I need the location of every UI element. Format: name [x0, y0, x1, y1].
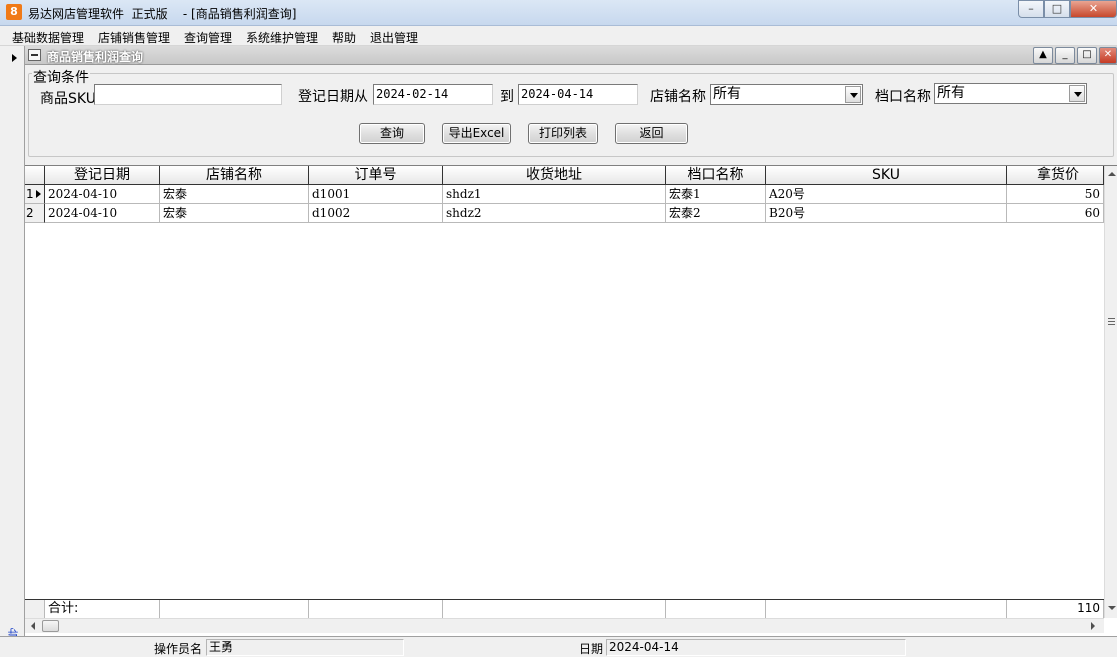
child-window-header: 商品销售利润查询 ▲ _ □ ✕	[25, 46, 1117, 65]
total-cell-stall	[666, 600, 766, 618]
horizontal-scrollbar[interactable]	[25, 618, 1104, 633]
minimize-icon: –	[1028, 2, 1034, 15]
column-header-sku[interactable]: SKU	[766, 166, 1007, 185]
print-list-button[interactable]: 打印列表	[528, 123, 598, 144]
back-button[interactable]: 返回	[615, 123, 688, 144]
cell-stall[interactable]: 宏泰2	[666, 204, 766, 223]
cell-address[interactable]: shdz1	[443, 185, 666, 204]
left-nav-strip: 导航向导	[0, 46, 25, 657]
chevron-down-icon[interactable]	[1069, 85, 1085, 102]
row-number: 2	[26, 206, 34, 220]
menu-shop-sales[interactable]: 店铺销售管理	[98, 29, 170, 46]
status-bar: 操作员名 王勇 日期 2024-04-14	[0, 636, 1117, 657]
shop-label: 店铺名称	[650, 89, 706, 105]
date-to-input[interactable]: 2024-04-14	[518, 84, 638, 105]
date-to-label: 到	[500, 89, 514, 105]
operator-value: 王勇	[206, 639, 404, 656]
total-indicator	[25, 600, 45, 618]
app-icon: 8	[6, 4, 22, 20]
cell-shop[interactable]: 宏泰	[160, 204, 309, 223]
row-number: 1	[26, 187, 34, 201]
date-from-input[interactable]: 2024-02-14	[373, 84, 493, 105]
cell-order[interactable]: d1002	[309, 204, 443, 223]
column-header-address[interactable]: 收货地址	[443, 166, 666, 185]
minimize-button[interactable]: –	[1018, 0, 1044, 18]
date-value: 2024-04-14	[606, 639, 906, 656]
date-label: 日期	[579, 642, 604, 656]
scroll-grip-icon[interactable]	[1108, 318, 1115, 325]
child-minimize-button[interactable]: _	[1055, 47, 1075, 64]
stall-select[interactable]: 所有	[934, 83, 1087, 104]
child-window-title: 商品销售利润查询	[47, 50, 144, 64]
maximize-button[interactable]: □	[1044, 0, 1070, 18]
cell-sku[interactable]: A20号	[766, 185, 1007, 204]
cell-price[interactable]: 50	[1007, 185, 1104, 204]
column-header-stall[interactable]: 档口名称	[666, 166, 766, 185]
menu-system[interactable]: 系统维护管理	[246, 29, 318, 46]
sku-input[interactable]	[94, 84, 282, 105]
total-row: 合计: 110	[25, 599, 1104, 618]
child-close-button[interactable]: ✕	[1099, 47, 1117, 64]
row-indicator-header	[25, 166, 45, 185]
window-title: 易达网店管理软件 正式版 - [商品销售利润查询]	[28, 7, 297, 21]
child-maximize-button[interactable]: □	[1077, 47, 1097, 64]
shop-select-value: 所有	[713, 86, 741, 102]
cell-price[interactable]: 60	[1007, 204, 1104, 223]
stall-label: 档口名称	[875, 89, 931, 105]
total-cell-address	[443, 600, 666, 618]
column-header-price[interactable]: 拿货价	[1007, 166, 1104, 185]
export-excel-button[interactable]: 导出Excel	[442, 123, 511, 144]
cell-date[interactable]: 2024-04-10	[45, 204, 160, 223]
result-grid[interactable]: 登记日期 店铺名称 订单号 收货地址 档口名称 SKU 拿货价 1 2024-0…	[25, 165, 1117, 636]
total-price: 110	[1007, 600, 1104, 618]
close-button[interactable]: ✕	[1070, 0, 1117, 18]
menu-basic-data[interactable]: 基础数据管理	[12, 29, 84, 46]
child-scroll-up-button[interactable]: ▲	[1033, 47, 1053, 64]
total-cell-order	[309, 600, 443, 618]
sku-label: 商品SKU	[40, 91, 96, 107]
scroll-down-arrow-icon[interactable]	[1108, 606, 1116, 610]
cell-order[interactable]: d1001	[309, 185, 443, 204]
total-cell-shop	[160, 600, 309, 618]
total-label: 合计:	[45, 600, 160, 618]
column-header-shop[interactable]: 店铺名称	[160, 166, 309, 185]
horizontal-scroll-thumb[interactable]	[42, 620, 59, 632]
scroll-up-arrow-icon[interactable]	[1108, 172, 1116, 176]
search-button[interactable]: 查询	[359, 123, 425, 144]
shop-select[interactable]: 所有	[710, 84, 863, 105]
title-bar: 8 易达网店管理软件 正式版 - [商品销售利润查询] – □ ✕	[0, 0, 1117, 26]
cell-address[interactable]: shdz2	[443, 204, 666, 223]
chevron-down-icon[interactable]	[845, 86, 861, 103]
column-header-order[interactable]: 订单号	[309, 166, 443, 185]
close-icon: ✕	[1088, 2, 1099, 15]
cell-date[interactable]: 2024-04-10	[45, 185, 160, 204]
scroll-left-arrow-icon[interactable]	[31, 622, 35, 630]
cell-shop[interactable]: 宏泰	[160, 185, 309, 204]
maximize-icon: □	[1051, 2, 1063, 15]
scroll-right-arrow-icon[interactable]	[1091, 622, 1095, 630]
cell-sku[interactable]: B20号	[766, 204, 1007, 223]
stall-select-value: 所有	[937, 85, 965, 101]
operator-label: 操作员名	[154, 642, 203, 656]
current-row-pointer-icon	[36, 190, 41, 198]
menu-bar: 基础数据管理 店铺销售管理 查询管理 系统维护管理 帮助 退出管理	[0, 26, 1117, 46]
child-window-icon[interactable]	[28, 49, 41, 61]
row-indicator[interactable]: 2	[25, 204, 45, 223]
vertical-scrollbar[interactable]	[1104, 166, 1117, 618]
total-cell-sku	[766, 600, 1007, 618]
date-from-label: 登记日期从	[298, 89, 368, 105]
cell-stall[interactable]: 宏泰1	[666, 185, 766, 204]
query-conditions-title: 查询条件	[32, 67, 90, 87]
menu-exit[interactable]: 退出管理	[370, 29, 418, 46]
menu-help[interactable]: 帮助	[332, 29, 356, 46]
query-panel: 查询条件 商品SKU 登记日期从 2024-02-14 到 2024-04-14…	[25, 65, 1117, 163]
expand-arrow-icon[interactable]	[12, 54, 17, 62]
row-indicator[interactable]: 1	[25, 185, 45, 204]
menu-query[interactable]: 查询管理	[184, 29, 232, 46]
column-header-date[interactable]: 登记日期	[45, 166, 160, 185]
